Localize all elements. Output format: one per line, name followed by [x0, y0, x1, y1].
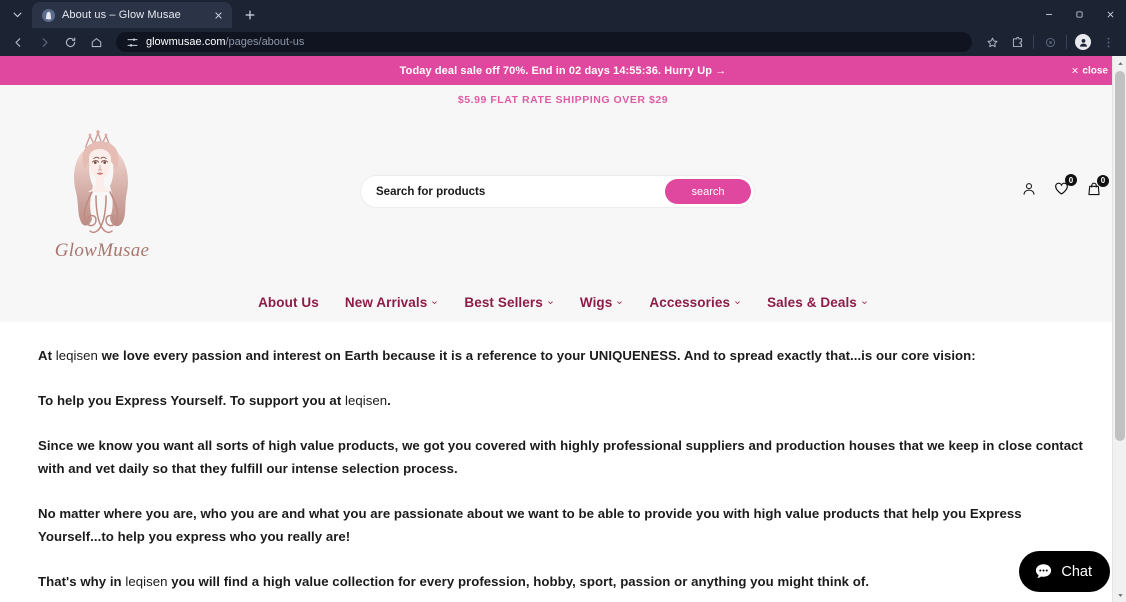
- scroll-up-arrow-icon[interactable]: [1113, 56, 1126, 70]
- toolbar-divider-2: [1066, 35, 1067, 49]
- toolbar-divider: [1033, 35, 1034, 49]
- back-arrow-icon[interactable]: [6, 30, 30, 54]
- shipping-bar: $5.99 FLAT RATE SHIPPING OVER $29: [0, 85, 1126, 114]
- shipping-bar-text: $5.99 FLAT RATE SHIPPING OVER $29: [457, 93, 669, 106]
- site-logo[interactable]: GlowMusae: [48, 122, 156, 262]
- paragraph-text-before: That's why in: [38, 574, 126, 589]
- nav-item-new-arrivals[interactable]: New Arrivals: [345, 295, 439, 310]
- chevron-down-icon: [547, 301, 553, 305]
- nav-item-wigs[interactable]: Wigs: [580, 295, 624, 310]
- close-icon: [1072, 67, 1078, 74]
- window-minimize-button[interactable]: [1033, 0, 1064, 28]
- tab-search-icon[interactable]: [4, 1, 30, 27]
- chrome-menu-icon[interactable]: [1096, 30, 1120, 54]
- bookmark-star-icon[interactable]: [980, 30, 1004, 54]
- chevron-down-icon: [617, 301, 623, 305]
- window-close-button[interactable]: [1095, 0, 1126, 28]
- tune-icon[interactable]: [126, 36, 139, 49]
- window-controls: [1033, 0, 1126, 28]
- paragraph: No matter where you are, who you are and…: [38, 502, 1088, 548]
- scroll-down-arrow-icon[interactable]: [1113, 588, 1126, 602]
- toolbar-right-actions: [980, 30, 1120, 54]
- address-bar[interactable]: glowmusae.com/pages/about-us: [116, 32, 972, 52]
- reload-icon[interactable]: [58, 30, 82, 54]
- nav-label: Best Sellers: [464, 295, 543, 310]
- nav-item-about-us[interactable]: About Us: [258, 295, 319, 310]
- announcement-text[interactable]: Today deal sale off 70%. End in 02 days …: [400, 65, 727, 77]
- chevron-down-icon: [862, 301, 867, 305]
- window-maximize-button[interactable]: [1064, 0, 1095, 28]
- brand-name: leqisen: [125, 574, 168, 589]
- paragraph: At leqisen we love every passion and int…: [38, 344, 1088, 367]
- paragraph: That's why in leqisen you will find a hi…: [38, 570, 1088, 593]
- new-tab-button[interactable]: [238, 3, 262, 27]
- home-icon[interactable]: [84, 30, 108, 54]
- search-input[interactable]: [376, 185, 665, 198]
- paragraph-text-before: To help you Express Yourself. To support…: [38, 393, 345, 408]
- nav-label: New Arrivals: [344, 295, 428, 310]
- account-icon[interactable]: [1021, 181, 1037, 197]
- nav-label: Accessories: [649, 295, 731, 310]
- cart-count-badge: 0: [1097, 174, 1109, 187]
- chat-label: Chat: [1061, 563, 1092, 580]
- wishlist-heart-icon[interactable]: 0: [1053, 174, 1077, 197]
- extensions-icon[interactable]: [1005, 30, 1029, 54]
- header-icon-group: 0 0: [1021, 174, 1109, 197]
- brand-name: leqisen: [55, 348, 98, 363]
- browser-tab[interactable]: About us – Glow Musae: [32, 2, 232, 28]
- url-text: glowmusae.com/pages/about-us: [146, 36, 304, 48]
- nav-item-best-sellers[interactable]: Best Sellers: [464, 295, 554, 310]
- browser-toolbar: glowmusae.com/pages/about-us: [0, 28, 1126, 56]
- paragraph: To help you Express Yourself. To support…: [38, 389, 1088, 412]
- paragraph-text-before: No matter where you are, who you are and…: [38, 506, 1022, 544]
- cart-bag-icon[interactable]: 0: [1086, 174, 1109, 197]
- announcement-close-label: close: [1082, 65, 1108, 76]
- shopify-favicon: [42, 8, 55, 22]
- paragraph-text-after: we love every passion and interest on Ea…: [97, 348, 976, 363]
- search-area: search: [361, 176, 754, 207]
- about-us-content: At leqisen we love every passion and int…: [0, 322, 1126, 593]
- main-navigation: About Us New Arrivals Best Sellers Wigs …: [0, 295, 1126, 310]
- page-viewport: Today deal sale off 70%. End in 02 days …: [0, 56, 1126, 602]
- search-button[interactable]: search: [665, 179, 751, 204]
- nav-label: Sales & Deals: [767, 295, 857, 310]
- forward-arrow-icon: [32, 30, 56, 54]
- tab-strip: About us – Glow Musae: [0, 0, 1126, 28]
- brand-name: leqisen: [344, 393, 388, 408]
- url-domain: glowmusae.com: [146, 36, 226, 48]
- announcement-close-button[interactable]: close: [1071, 65, 1108, 76]
- profile-avatar-icon[interactable]: [1071, 30, 1095, 54]
- announcement-bar: Today deal sale off 70%. End in 02 days …: [0, 56, 1126, 85]
- page-scrollbar[interactable]: [1112, 56, 1126, 602]
- chevron-down-icon: [735, 301, 740, 305]
- nav-item-sales-deals[interactable]: Sales & Deals: [767, 295, 868, 310]
- nav-label: Wigs: [579, 295, 613, 310]
- browser-window: About us – Glow Musae glowmusae.com/page…: [0, 0, 1126, 602]
- chat-widget-button[interactable]: Chat: [1019, 551, 1110, 592]
- search-box[interactable]: search: [361, 176, 754, 207]
- nav-item-accessories[interactable]: Accessories: [649, 295, 741, 310]
- logo-wordmark: GlowMusae: [54, 240, 150, 261]
- paragraph-text-before: Since we know you want all sorts of high…: [38, 438, 1083, 476]
- scrollbar-thumb[interactable]: [1115, 71, 1125, 441]
- tab-title: About us – Glow Musae: [62, 9, 181, 21]
- nav-label: About Us: [258, 295, 319, 310]
- paragraph-text-after: you will find a high value collection fo…: [167, 574, 870, 589]
- paragraph-text-before: At: [38, 348, 56, 363]
- devices-icon[interactable]: [1038, 30, 1062, 54]
- tab-close-icon[interactable]: [211, 8, 225, 22]
- chat-bubble-icon: [1034, 562, 1053, 581]
- paragraph-text-after: .: [387, 393, 391, 408]
- paragraph: Since we know you want all sorts of high…: [38, 434, 1088, 480]
- url-path: /pages/about-us: [225, 36, 305, 48]
- chevron-down-icon: [432, 301, 438, 305]
- logo-illustration: [74, 130, 128, 234]
- wishlist-count-badge: 0: [1065, 174, 1077, 186]
- site-header: GlowMusae search 0: [0, 114, 1126, 322]
